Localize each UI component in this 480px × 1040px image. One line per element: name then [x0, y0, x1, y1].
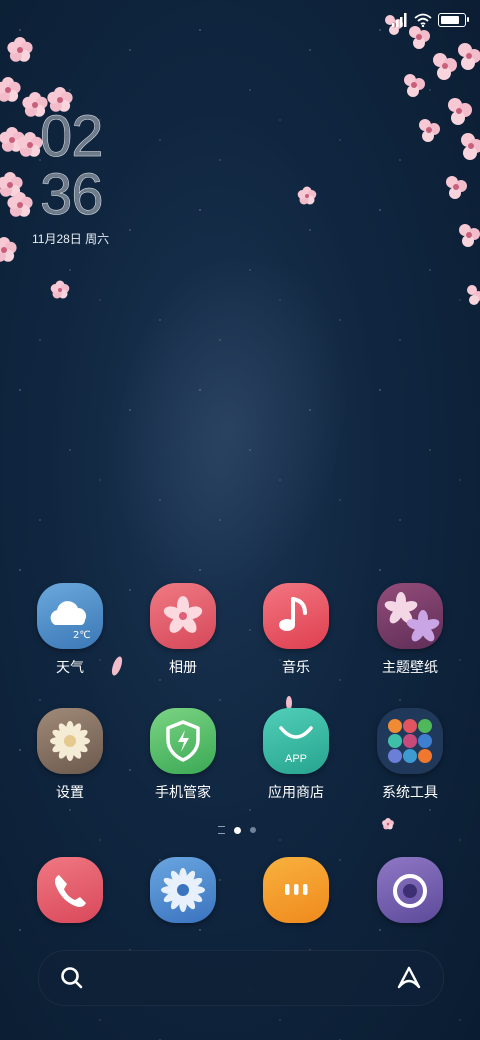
app-label: 主题壁纸: [382, 660, 438, 676]
settings-icon: [37, 708, 103, 774]
clock-date: 11月28日 周六: [32, 232, 110, 246]
assistant-icon[interactable]: [395, 965, 423, 991]
dock-browser[interactable]: [133, 857, 233, 923]
dock-phone[interactable]: [20, 857, 120, 923]
wifi-icon: [414, 13, 432, 27]
status-bar: [392, 10, 469, 30]
music-icon: [263, 583, 329, 649]
page-indicator-list[interactable]: [218, 826, 225, 834]
weather-icon: 2℃: [37, 583, 103, 649]
page-indicator-dot-active[interactable]: [234, 826, 241, 834]
app-label: 音乐: [282, 660, 310, 676]
cherry-blossom-branch-right: [385, 15, 480, 305]
phone-manager-icon: [150, 708, 216, 774]
wallpaper-milky-way: [88, 240, 372, 610]
falling-blossom: [50, 280, 70, 299]
app-store-badge-text: APP: [285, 753, 307, 765]
app-label: 应用商店: [268, 785, 324, 801]
app-store[interactable]: APP 应用商店: [246, 708, 346, 802]
falling-blossom: [297, 186, 317, 205]
app-label: 手机管家: [155, 785, 211, 801]
app-music[interactable]: 音乐: [246, 583, 346, 677]
app-weather[interactable]: 2℃ 天气: [20, 583, 120, 677]
camera-icon: [377, 857, 443, 923]
app-label: 系统工具: [382, 785, 438, 801]
app-settings[interactable]: 设置: [20, 708, 120, 802]
app-phone-manager[interactable]: 手机管家: [133, 708, 233, 802]
clock-hours: 02: [40, 104, 104, 169]
folder-system-tools[interactable]: 系统工具: [360, 708, 460, 802]
clock-widget[interactable]: 02 36 11月28日 周六: [32, 104, 109, 247]
app-theme[interactable]: 主题壁纸: [360, 583, 460, 677]
search-icon[interactable]: [59, 965, 85, 991]
dock-messages[interactable]: [246, 857, 346, 923]
phone-icon: [37, 857, 103, 923]
search-bar[interactable]: [38, 950, 444, 1006]
falling-blossom: [382, 817, 394, 830]
app-store-icon: APP: [263, 708, 329, 774]
theme-icon: [377, 583, 443, 649]
app-label: 设置: [56, 785, 84, 801]
messages-icon: [263, 857, 329, 923]
battery-icon: [438, 13, 469, 27]
dock-camera[interactable]: [360, 857, 460, 923]
clock-minutes: 36: [40, 162, 104, 227]
signal-icon: [392, 13, 407, 27]
app-label: 天气: [56, 660, 84, 676]
app-label: 相册: [169, 660, 197, 676]
app-gallery[interactable]: 相册: [133, 583, 233, 677]
svg-text:2℃: 2℃: [73, 630, 91, 641]
system-tools-folder-icon: [377, 708, 443, 774]
gallery-icon: [150, 583, 216, 649]
page-indicator-dot[interactable]: [250, 827, 256, 833]
page-indicator[interactable]: [218, 826, 256, 834]
browser-icon: [150, 857, 216, 923]
